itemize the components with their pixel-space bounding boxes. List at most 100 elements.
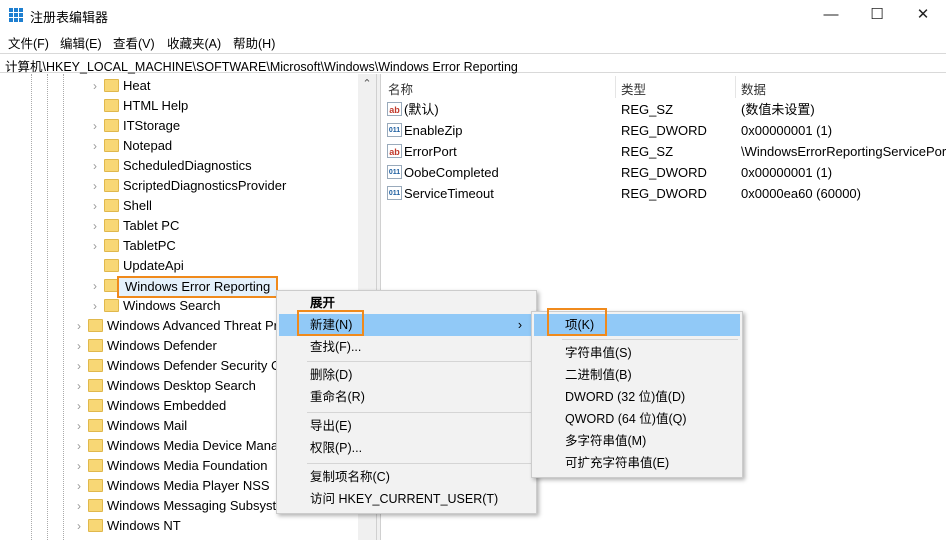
submenu-item-multi-string-value[interactable]: 多字符串值(M) xyxy=(534,430,740,452)
title-bar: 注册表编辑器 — ☐ ✕ xyxy=(0,0,946,30)
minimize-button[interactable]: — xyxy=(808,0,854,30)
column-divider[interactable] xyxy=(735,76,736,98)
tree-item[interactable]: › Shell xyxy=(0,196,358,216)
expand-chevron-icon[interactable]: › xyxy=(77,316,87,336)
submenu-item-qword-value[interactable]: QWORD (64 位)值(Q) xyxy=(534,408,740,430)
tree-item-label: ITStorage xyxy=(123,118,181,133)
submenu-item-dword-value[interactable]: DWORD (32 位)值(D) xyxy=(534,386,740,408)
tree-item[interactable]: › Windows NT xyxy=(0,516,358,536)
tree-item-label: ScriptedDiagnosticsProvider xyxy=(123,178,287,193)
expand-chevron-icon[interactable]: › xyxy=(77,476,87,496)
tree-item-label: Windows Search xyxy=(123,298,221,313)
tree-item[interactable]: › ITStorage xyxy=(0,116,358,136)
tree-item[interactable]: UpdateApi xyxy=(0,256,358,276)
menu-favorites[interactable]: 收藏夹(A) xyxy=(167,33,221,52)
expand-chevron-icon[interactable]: › xyxy=(93,276,103,296)
expand-chevron-icon[interactable]: › xyxy=(77,516,87,536)
tree-item-label: Windows Messaging Subsystem xyxy=(107,498,295,513)
value-name: ErrorPort xyxy=(404,144,457,159)
string-value-icon: ab xyxy=(387,144,402,158)
folder-icon xyxy=(104,119,119,132)
column-header-type[interactable]: 类型 xyxy=(621,79,646,98)
expand-chevron-icon[interactable]: › xyxy=(93,136,103,156)
submenu-item-binary-value[interactable]: 二进制值(B) xyxy=(534,364,740,386)
expand-chevron-icon[interactable]: › xyxy=(93,236,103,256)
folder-icon xyxy=(104,219,119,232)
expand-chevron-icon[interactable]: › xyxy=(77,376,87,396)
folder-icon xyxy=(88,499,103,512)
submenu-item-expandable-string-value[interactable]: 可扩充字符串值(E) xyxy=(534,452,740,474)
folder-icon xyxy=(104,159,119,172)
tree-item-label: ScheduledDiagnostics xyxy=(123,158,252,173)
tree-item[interactable]: › ScheduledDiagnostics xyxy=(0,156,358,176)
expand-chevron-icon[interactable]: › xyxy=(93,196,103,216)
tree-item-label: Shell xyxy=(123,198,152,213)
column-header-name[interactable]: 名称 xyxy=(388,79,413,98)
tree-item[interactable]: › Tablet PC xyxy=(0,216,358,236)
maximize-button[interactable]: ☐ xyxy=(854,0,900,30)
expand-chevron-icon[interactable]: › xyxy=(93,296,103,316)
tree-item-label: Windows Media Foundation xyxy=(107,458,268,473)
submenu-chevron-icon: › xyxy=(517,318,522,332)
menu-item-rename[interactable]: 重命名(R) xyxy=(279,386,534,408)
folder-icon xyxy=(88,319,103,332)
folder-icon xyxy=(88,459,103,472)
menu-item-delete[interactable]: 删除(D) xyxy=(279,364,534,386)
value-row[interactable]: ab ErrorPort REG_SZ \WindowsErrorReportingS… xyxy=(382,141,946,162)
expand-chevron-icon[interactable]: › xyxy=(93,216,103,236)
value-data: 0x00000001 (1) xyxy=(741,123,833,138)
scroll-up-icon[interactable]: ⌃ xyxy=(358,74,376,90)
folder-icon xyxy=(104,199,119,212)
tree-item[interactable]: HTML Help xyxy=(0,96,358,116)
menu-edit[interactable]: 编辑(E) xyxy=(60,33,102,52)
expand-chevron-icon[interactable]: › xyxy=(93,176,103,196)
column-divider[interactable] xyxy=(615,76,616,98)
value-name: EnableZip xyxy=(404,123,463,138)
expand-chevron-icon[interactable]: › xyxy=(77,436,87,456)
menu-file[interactable]: 文件(F) xyxy=(8,33,49,52)
tree-item[interactable]: › ScriptedDiagnosticsProvider xyxy=(0,176,358,196)
menu-help[interactable]: 帮助(H) xyxy=(233,33,275,52)
column-header-data[interactable]: 数据 xyxy=(741,79,766,98)
value-row[interactable]: 011 EnableZip REG_DWORD 0x00000001 (1) xyxy=(382,120,946,141)
binary-value-icon: 011 xyxy=(387,123,402,137)
expand-chevron-icon[interactable]: › xyxy=(77,496,87,516)
close-button[interactable]: ✕ xyxy=(900,0,946,30)
value-name: OobeCompleted xyxy=(404,165,499,180)
expand-chevron-icon[interactable]: › xyxy=(93,156,103,176)
folder-icon xyxy=(88,479,103,492)
value-type: REG_DWORD xyxy=(621,123,707,138)
new-submenu: 项(K) 字符串值(S) 二进制值(B) DWORD (32 位)值(D) QW… xyxy=(531,311,743,478)
expand-chevron-icon[interactable]: › xyxy=(93,76,103,96)
value-type: REG_SZ xyxy=(621,102,674,117)
menu-item-find[interactable]: 查找(F)... xyxy=(279,336,534,358)
menu-view[interactable]: 查看(V) xyxy=(113,33,155,52)
regedit-app-icon xyxy=(9,8,23,22)
folder-icon xyxy=(104,99,119,112)
tree-item[interactable]: › TabletPC xyxy=(0,236,358,256)
menu-item-visit-hkcu[interactable]: 访问 HKEY_CURRENT_USER(T) xyxy=(279,488,534,510)
value-row[interactable]: 011 ServiceTimeout REG_DWORD 0x0000ea60 (60… xyxy=(382,183,946,204)
expand-chevron-icon[interactable]: › xyxy=(77,456,87,476)
submenu-item-string-value[interactable]: 字符串值(S) xyxy=(534,342,740,364)
expand-chevron-icon[interactable]: › xyxy=(77,396,87,416)
value-data: 0x0000ea60 (60000) xyxy=(741,186,861,201)
expand-chevron-icon[interactable]: › xyxy=(77,416,87,436)
menu-item-copy-key-name[interactable]: 复制项名称(C) xyxy=(279,466,534,488)
tree-item[interactable]: › Heat xyxy=(0,76,358,96)
folder-icon xyxy=(104,179,119,192)
tree-item-label: Windows Media Player NSS xyxy=(107,478,270,493)
value-type: REG_DWORD xyxy=(621,186,707,201)
tree-item[interactable]: › Notepad xyxy=(0,136,358,156)
menu-item-export[interactable]: 导出(E) xyxy=(279,415,534,437)
folder-icon xyxy=(104,259,119,272)
folder-icon xyxy=(88,359,103,372)
expand-chevron-icon[interactable]: › xyxy=(93,116,103,136)
expand-chevron-icon[interactable]: › xyxy=(77,356,87,376)
value-name: ServiceTimeout xyxy=(404,186,494,201)
value-row[interactable]: 011 OobeCompleted REG_DWORD 0x00000001 (1) xyxy=(382,162,946,183)
value-row[interactable]: ab (默认) REG_SZ (数值未设置) xyxy=(382,99,946,120)
expand-chevron-icon[interactable]: › xyxy=(77,336,87,356)
address-bar[interactable]: 计算机\HKEY_LOCAL_MACHINE\SOFTWARE\Microsof… xyxy=(0,53,946,74)
menu-item-permissions[interactable]: 权限(P)... xyxy=(279,437,534,459)
